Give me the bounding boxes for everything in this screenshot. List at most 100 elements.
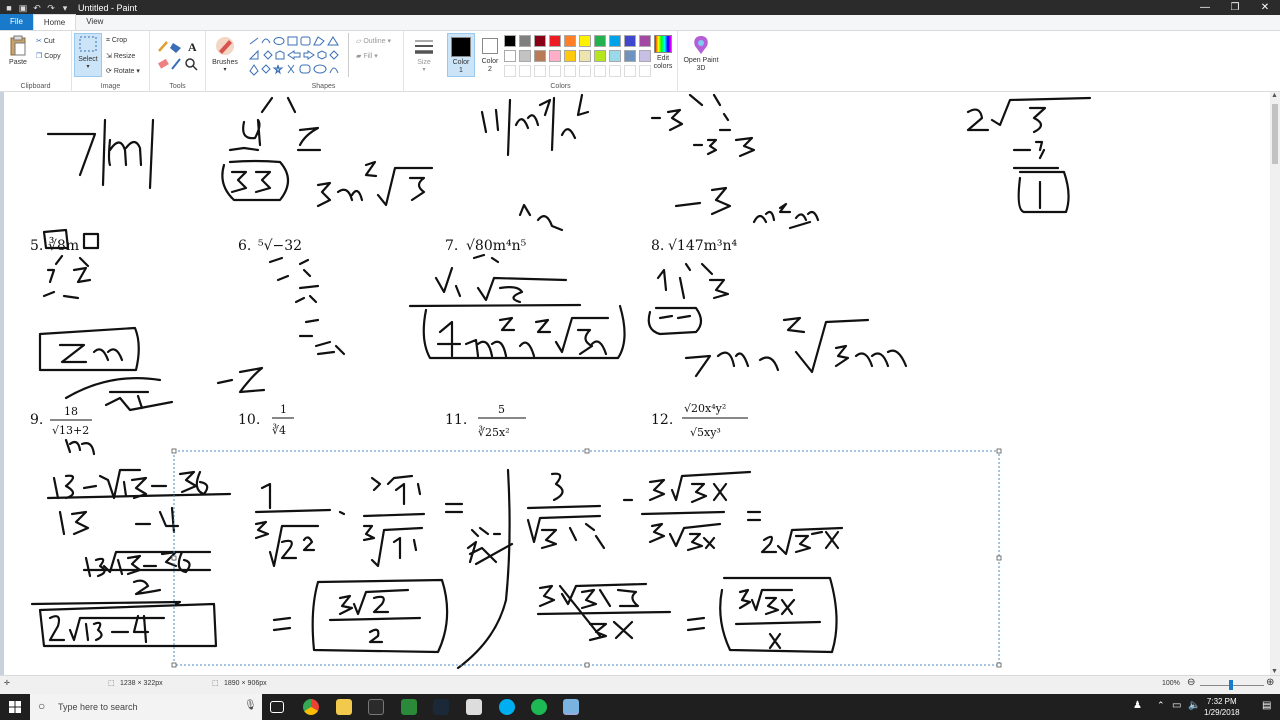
steam-icon[interactable] — [433, 699, 449, 715]
palette-swatch[interactable] — [624, 35, 636, 47]
clock[interactable]: 7:32 PM 1/29/2018 — [1204, 696, 1240, 718]
app-icon-2[interactable] — [401, 699, 417, 715]
color-picker-icon[interactable] — [171, 58, 181, 70]
palette-swatch[interactable] — [519, 35, 531, 47]
palette-swatch[interactable] — [594, 35, 606, 47]
palette-swatch[interactable] — [564, 35, 576, 47]
shapes-group-label: Shapes — [311, 83, 336, 90]
tab-view[interactable]: View — [76, 14, 113, 30]
problem-5-expression: ∛8m — [48, 237, 79, 254]
outline-icon: ▱ — [356, 38, 362, 45]
cut-button[interactable]: ✂ Cut — [36, 37, 55, 45]
palette-swatch[interactable] — [534, 35, 546, 47]
pencil-icon[interactable] — [158, 41, 168, 52]
custom-color-slot[interactable] — [534, 65, 546, 77]
file-explorer-icon[interactable] — [336, 699, 352, 715]
palette-swatch[interactable] — [609, 35, 621, 47]
palette-swatch[interactable] — [504, 50, 516, 62]
custom-color-slot[interactable] — [579, 65, 591, 77]
resize-button[interactable]: ⇲ Resize — [106, 52, 135, 60]
task-view-icon[interactable] — [270, 701, 284, 713]
shapes-scroll[interactable] — [348, 33, 352, 77]
minimize-button[interactable]: — — [1190, 0, 1220, 15]
paint3d-icon — [694, 36, 708, 54]
scroll-down-icon[interactable]: ▼ — [1271, 668, 1278, 675]
problem-6-expression: ⁵√−32 — [258, 238, 302, 254]
rotate-button[interactable]: ⟳ Rotate ▾ — [106, 67, 140, 75]
notifications-icon[interactable]: ▤ — [1262, 700, 1271, 711]
tab-file[interactable]: File — [0, 14, 33, 30]
palette-swatch[interactable] — [504, 35, 516, 47]
custom-color-slot[interactable] — [504, 65, 516, 77]
select-button[interactable]: Select ▾ — [74, 33, 102, 77]
custom-color-slot[interactable] — [564, 65, 576, 77]
brushes-group: Brushes ▾ — [206, 31, 244, 92]
maximize-button[interactable]: ❐ — [1220, 0, 1250, 15]
palette-swatch[interactable] — [564, 50, 576, 62]
zoom-slider-thumb[interactable] — [1229, 680, 1233, 690]
scroll-thumb[interactable] — [1272, 104, 1278, 164]
show-hidden-icons[interactable]: ⌃ — [1157, 700, 1165, 711]
custom-color-slot[interactable] — [624, 65, 636, 77]
save-icon[interactable]: ▣ — [18, 3, 28, 13]
edit-colors-button[interactable]: Edit colors — [648, 35, 678, 71]
palette-swatch[interactable] — [594, 50, 606, 62]
shapes-group: ▱ Outline ▾ ▰ Fill ▾ Shapes — [244, 31, 404, 92]
mail-icon[interactable] — [466, 699, 482, 715]
close-button[interactable]: ✕ — [1250, 0, 1280, 15]
search-box[interactable]: ○ Type here to search 🎙 — [30, 694, 262, 720]
palette-swatch[interactable] — [579, 35, 591, 47]
palette-swatch[interactable] — [609, 50, 621, 62]
handwriting-bottom — [30, 468, 844, 670]
fill-button[interactable]: ▰ Fill ▾ — [356, 52, 378, 60]
custom-color-slot[interactable] — [519, 65, 531, 77]
palette-swatch[interactable] — [549, 50, 561, 62]
size-button[interactable]: Size ▾ — [410, 37, 438, 73]
palette-swatch[interactable] — [534, 50, 546, 62]
people-icon[interactable]: ♟ — [1133, 700, 1142, 711]
magnifier-icon[interactable] — [185, 58, 198, 71]
app-icon-1[interactable] — [368, 699, 384, 715]
open-paint3d-button[interactable]: Open Paint 3D — [682, 35, 720, 73]
fill-bucket-icon[interactable] — [170, 43, 181, 53]
selection-rectangle[interactable] — [173, 450, 1000, 666]
custom-color-slot[interactable] — [594, 65, 606, 77]
scroll-up-icon[interactable]: ▲ — [1271, 92, 1278, 99]
problem-8-number: 8. — [651, 238, 664, 254]
paste-button[interactable]: Paste — [4, 35, 32, 66]
text-icon[interactable]: A — [188, 40, 197, 54]
crop-button[interactable]: ⌗ Crop — [106, 37, 127, 45]
volume-icon[interactable]: 🔈 — [1188, 700, 1200, 711]
chrome-icon[interactable] — [303, 699, 319, 715]
customize-toolbar-icon[interactable]: ▾ — [60, 3, 70, 13]
outline-button[interactable]: ▱ Outline ▾ — [356, 37, 391, 45]
svg-text:A: A — [188, 40, 197, 54]
undo-icon[interactable]: ↶ — [32, 3, 42, 13]
custom-color-slot[interactable] — [609, 65, 621, 77]
tab-home[interactable]: Home — [32, 14, 77, 30]
problem-12-number: 12. — [651, 412, 673, 428]
color2-button[interactable]: Color 2 — [476, 33, 504, 77]
microphone-icon[interactable]: 🎙 — [244, 700, 257, 711]
palette-swatch[interactable] — [519, 50, 531, 62]
custom-color-slot[interactable] — [549, 65, 561, 77]
color1-label: Color 1 — [452, 59, 470, 74]
vertical-scrollbar[interactable]: ▲ ▼ — [1270, 92, 1280, 675]
palette-swatch[interactable] — [624, 50, 636, 62]
zoom-in-button[interactable]: ⊕ — [1266, 677, 1274, 688]
network-icon[interactable]: ▭ — [1172, 700, 1181, 711]
windows-start-icon[interactable] — [9, 701, 21, 713]
palette-swatch[interactable] — [549, 35, 561, 47]
drawing-canvas[interactable]: 5. ∛8m 6. ⁵√−32 7. √80m⁴n⁵ 8. √147m³n⁴ 9… — [4, 92, 1270, 675]
color1-button[interactable]: Color 1 — [447, 33, 475, 77]
brushes-button[interactable]: Brushes ▾ — [210, 35, 240, 73]
eraser-icon[interactable] — [158, 58, 169, 69]
copy-button[interactable]: ❐ Copy — [36, 52, 61, 60]
skype-icon[interactable] — [499, 699, 515, 715]
shapes-gallery[interactable] — [248, 35, 348, 77]
zoom-out-button[interactable]: ⊖ — [1187, 677, 1195, 688]
paint-taskbar-icon[interactable] — [563, 699, 579, 715]
redo-icon[interactable]: ↷ — [46, 3, 56, 13]
palette-swatch[interactable] — [579, 50, 591, 62]
spotify-icon[interactable] — [531, 699, 547, 715]
